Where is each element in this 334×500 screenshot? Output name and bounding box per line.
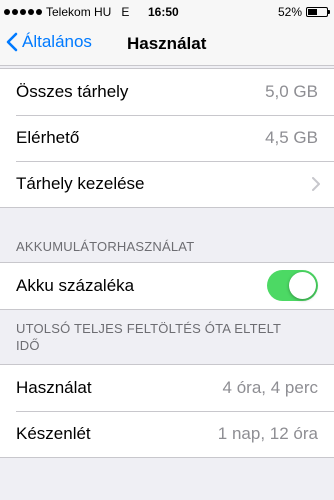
standby-label: Készenlét [16, 424, 91, 443]
manage-storage-row[interactable]: Tárhely kezelése [0, 161, 334, 207]
total-storage-row: Összes tárhely 5,0 GB [0, 69, 334, 115]
charge-group: Használat 4 óra, 4 perc Készenlét 1 nap,… [0, 364, 334, 458]
usage-label: Használat [16, 378, 92, 397]
battery-group: Akku százaléka [0, 262, 334, 310]
chevron-left-icon [6, 32, 18, 52]
manage-storage-label: Tárhely kezelése [16, 174, 145, 193]
toggle-knob [289, 272, 316, 299]
status-left: Telekom HU E [4, 5, 129, 19]
chevron-right-icon [312, 177, 320, 191]
available-storage-value: 4,5 GB [265, 128, 318, 147]
battery-percentage-row: Akku százaléka [0, 263, 334, 309]
storage-group: Összes tárhely 5,0 GB Elérhető 4,5 GB Tá… [0, 68, 334, 208]
total-storage-value: 5,0 GB [265, 82, 318, 101]
signal-strength-icon [4, 9, 42, 15]
available-storage-row: Elérhető 4,5 GB [0, 115, 334, 161]
status-right: 52% [277, 5, 330, 19]
standby-value: 1 nap, 12 óra [217, 424, 318, 443]
network-type: E [121, 5, 130, 19]
status-bar: Telekom HU E 16:50 52% [0, 0, 334, 24]
battery-percentage-label: Akku százaléka [16, 276, 135, 295]
battery-fill [308, 9, 317, 15]
usage-value: 4 óra, 4 perc [222, 378, 318, 397]
standby-row: Készenlét 1 nap, 12 óra [0, 411, 334, 457]
available-storage-label: Elérhető [16, 128, 80, 147]
total-storage-label: Összes tárhely [16, 82, 129, 101]
back-button-label: Általános [22, 32, 92, 51]
battery-percent: 52% [277, 5, 302, 19]
usage-row: Használat 4 óra, 4 perc [0, 365, 334, 411]
battery-icon [306, 7, 330, 17]
battery-section-header: AKKUMULÁTORHASZNÁLAT [16, 239, 195, 254]
page-title: Használat [127, 34, 207, 53]
status-time: 16:50 [148, 5, 179, 19]
carrier-name: Telekom HU [46, 5, 112, 19]
back-button[interactable]: Általános [6, 32, 92, 52]
charge-section-header: UTOLSÓ TELJES FELTÖLTÉS ÓTA ELTELT IDŐ [16, 321, 281, 353]
navigation-bar: Általános Használat [0, 24, 334, 66]
battery-percentage-toggle[interactable] [267, 270, 318, 301]
